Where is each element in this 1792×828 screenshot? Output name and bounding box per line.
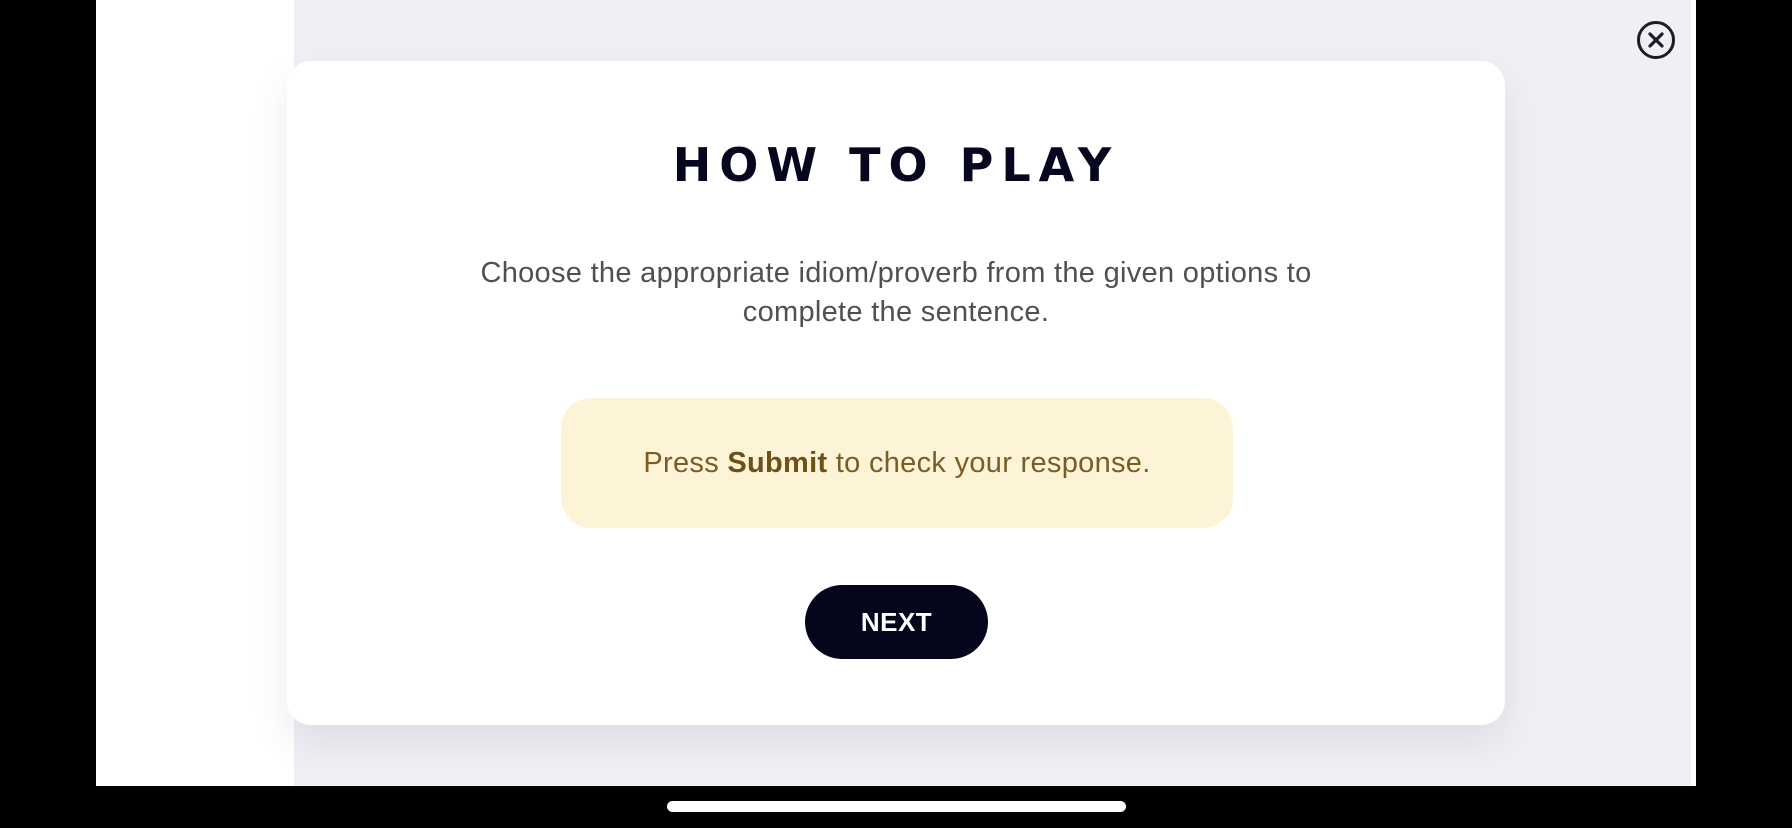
dialog-title: HOW TO PLAY xyxy=(672,138,1120,192)
tip-box: Press Submit to check your response. xyxy=(561,398,1233,528)
close-button[interactable] xyxy=(1636,20,1676,60)
tip-text: Press Submit to check your response. xyxy=(643,447,1150,480)
next-button[interactable]: NEXT xyxy=(805,585,988,659)
tip-prefix: Press xyxy=(643,446,728,479)
instructions-text: Choose the appropriate idiom/proverb fro… xyxy=(480,257,1312,328)
tip-emphasis: Submit xyxy=(727,446,828,479)
home-indicator[interactable] xyxy=(667,801,1126,812)
tip-suffix: to check your response. xyxy=(827,446,1151,479)
close-circle-icon xyxy=(1637,21,1675,59)
